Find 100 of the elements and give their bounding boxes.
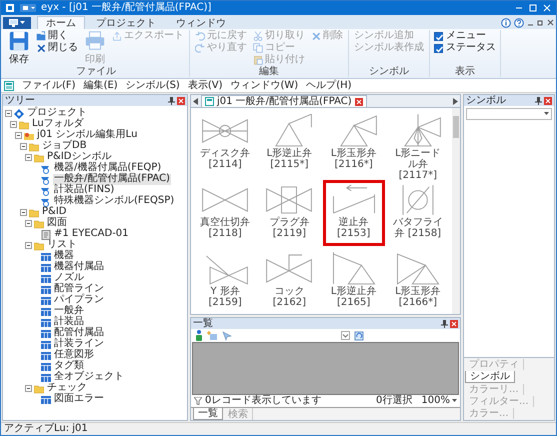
document-icon xyxy=(41,230,51,240)
scroll-left-button[interactable] xyxy=(193,98,198,104)
menu-item[interactable]: ヘルプ(H) xyxy=(306,80,352,92)
tree-item[interactable]: チェック xyxy=(46,383,88,394)
folder-icon xyxy=(36,31,46,41)
pin-icon[interactable] xyxy=(441,320,448,328)
tree-item[interactable]: 一般弁/配管付属品(FPAC) xyxy=(53,174,171,185)
tree-item[interactable]: 計装品(FINS) xyxy=(53,185,116,196)
document-tab[interactable]: j01 一般弁/配管付属品(FPAC) xyxy=(201,95,367,107)
table-icon xyxy=(41,307,51,317)
tree-item[interactable]: 計装品 xyxy=(53,317,85,328)
selection-count-text: 0行選択 xyxy=(376,395,412,407)
tree-item[interactable]: P&IDシンボル xyxy=(46,152,112,163)
tree-item[interactable]: #1 EYECAD-01 xyxy=(53,229,130,240)
tree-item[interactable]: プロジェクト xyxy=(26,108,88,119)
pin-icon[interactable] xyxy=(168,96,175,104)
person-icon[interactable] xyxy=(195,330,203,341)
pin-icon[interactable] xyxy=(535,96,542,104)
expand-toggle[interactable] xyxy=(25,220,32,227)
expand-toggle[interactable] xyxy=(25,154,32,161)
symbol-tile[interactable]: ディスク弁 [2114] xyxy=(194,111,256,177)
tree-item[interactable]: 特殊機器シンボル(FEQSP) xyxy=(53,196,176,207)
expand-toggle[interactable] xyxy=(5,110,12,117)
tree-item[interactable]: 任意図形 xyxy=(53,350,95,361)
ribbon-tab[interactable]: ウィンドウ xyxy=(167,16,235,29)
panel-tab[interactable]: シンボル xyxy=(465,371,515,383)
menu-item[interactable]: シンボル(S) xyxy=(126,80,180,92)
tree-item[interactable]: 全オブジェクト xyxy=(53,372,125,383)
tree-item[interactable]: 図面エラー xyxy=(53,394,105,405)
tree-item[interactable]: タグ類 xyxy=(53,361,85,372)
panel-title: ツリー xyxy=(5,95,36,106)
close-icon[interactable] xyxy=(354,98,363,106)
symbol-tile[interactable]: L形玉形弁 [2116*] xyxy=(322,111,385,177)
tree-item[interactable]: 配管ライン xyxy=(53,284,105,295)
refresh-icon[interactable] xyxy=(354,330,364,340)
checkbox[interactable] xyxy=(434,32,443,40)
tree-item[interactable]: 機器付属品 xyxy=(53,262,105,273)
filter-icon[interactable] xyxy=(194,397,202,405)
menu-item[interactable]: ウィンドウ(W) xyxy=(230,80,298,92)
symbol-tile[interactable]: バタフライ弁 [2158] xyxy=(386,180,449,246)
tree-item[interactable]: 一般弁 xyxy=(53,306,85,317)
tree-item[interactable]: 機器/機器付属品(FEQP) xyxy=(53,163,162,174)
symbol-icon xyxy=(41,175,51,185)
vertical-scrollbar[interactable] xyxy=(452,108,460,314)
ribbon-button[interactable]: 開く xyxy=(35,30,79,42)
symbol-tile[interactable]: L形玉形弁 [2166*] xyxy=(386,249,449,315)
tree-item[interactable]: ジョブDB xyxy=(41,141,88,152)
tree-item[interactable]: 図面 xyxy=(46,218,68,229)
expand-toggle[interactable] xyxy=(20,143,27,150)
expand-toggle[interactable] xyxy=(10,121,17,128)
close-icon[interactable] xyxy=(177,96,185,104)
quick-access-icon[interactable] xyxy=(19,3,37,13)
ribbon-tab[interactable]: プロジェクト xyxy=(87,16,165,29)
dropdown-button[interactable] xyxy=(341,331,350,340)
info-icon[interactable] xyxy=(501,18,511,28)
close-button[interactable] xyxy=(547,19,554,26)
tree-item[interactable]: パイプラン xyxy=(53,295,105,306)
close-icon[interactable] xyxy=(450,320,458,328)
folder-icon xyxy=(34,384,44,394)
menu-item[interactable]: ファイル(F) xyxy=(22,80,76,92)
help-icon[interactable] xyxy=(514,18,524,28)
table-icon xyxy=(41,351,51,361)
symbol-tile[interactable]: プラグ弁 [2119] xyxy=(258,180,320,246)
symbol-tile[interactable]: 逆止弁 [2153] xyxy=(322,180,385,246)
tree-item[interactable]: j01 シンボル編集用Lu xyxy=(36,130,138,141)
symbol-tile[interactable]: L形ニードル弁 [2117*] xyxy=(386,111,449,177)
symbol-tile[interactable]: Y 形弁 [2159] xyxy=(194,249,256,315)
zoom-dropdown[interactable]: 100% xyxy=(421,395,457,407)
panel-tab[interactable]: 一覧 xyxy=(193,408,223,420)
table-icon xyxy=(41,373,51,383)
symbol-tile[interactable]: 真空仕切弁 [2118] xyxy=(194,180,256,246)
symbol-tile[interactable]: コック [2162] xyxy=(258,249,320,315)
expand-toggle[interactable] xyxy=(15,132,22,139)
ribbon-button[interactable]: 保存 xyxy=(7,30,31,66)
close-icon[interactable] xyxy=(544,96,552,104)
ribbon-button[interactable]: 閉じる xyxy=(35,42,79,54)
tree-item[interactable]: リスト xyxy=(46,240,78,251)
symbol-tile[interactable]: L形逆止弁 [2165] xyxy=(322,249,385,315)
tree-item[interactable]: P&ID xyxy=(41,207,68,218)
tree-item[interactable]: ノズル xyxy=(53,273,85,284)
expand-toggle[interactable] xyxy=(20,209,27,216)
symbol-tile[interactable]: L形逆止弁 [2115*] xyxy=(258,111,320,177)
tree-item[interactable]: 計装ライン xyxy=(53,339,105,350)
scroll-right-button[interactable] xyxy=(453,98,458,104)
caret-icon xyxy=(544,112,549,116)
tree-item[interactable]: 配管付属品 xyxy=(53,328,105,339)
ribbon-tab[interactable]: ホーム xyxy=(37,16,85,29)
expand-toggle[interactable] xyxy=(25,385,32,392)
pointer-icon[interactable] xyxy=(222,330,233,340)
restore-button[interactable] xyxy=(537,19,544,26)
expand-toggle[interactable] xyxy=(25,242,32,249)
menu-item[interactable]: 表示(V) xyxy=(188,80,222,92)
dropdown-field[interactable] xyxy=(466,108,552,120)
group-label: ファイル xyxy=(75,66,117,77)
app-menu-button[interactable] xyxy=(3,17,31,29)
maximize-button[interactable] xyxy=(528,3,538,13)
tree-item[interactable]: Luフォルダ xyxy=(31,119,85,130)
checkbox[interactable] xyxy=(434,44,443,52)
menu-item[interactable]: 編集(E) xyxy=(84,80,118,92)
tree-item[interactable]: 機器 xyxy=(53,251,75,262)
